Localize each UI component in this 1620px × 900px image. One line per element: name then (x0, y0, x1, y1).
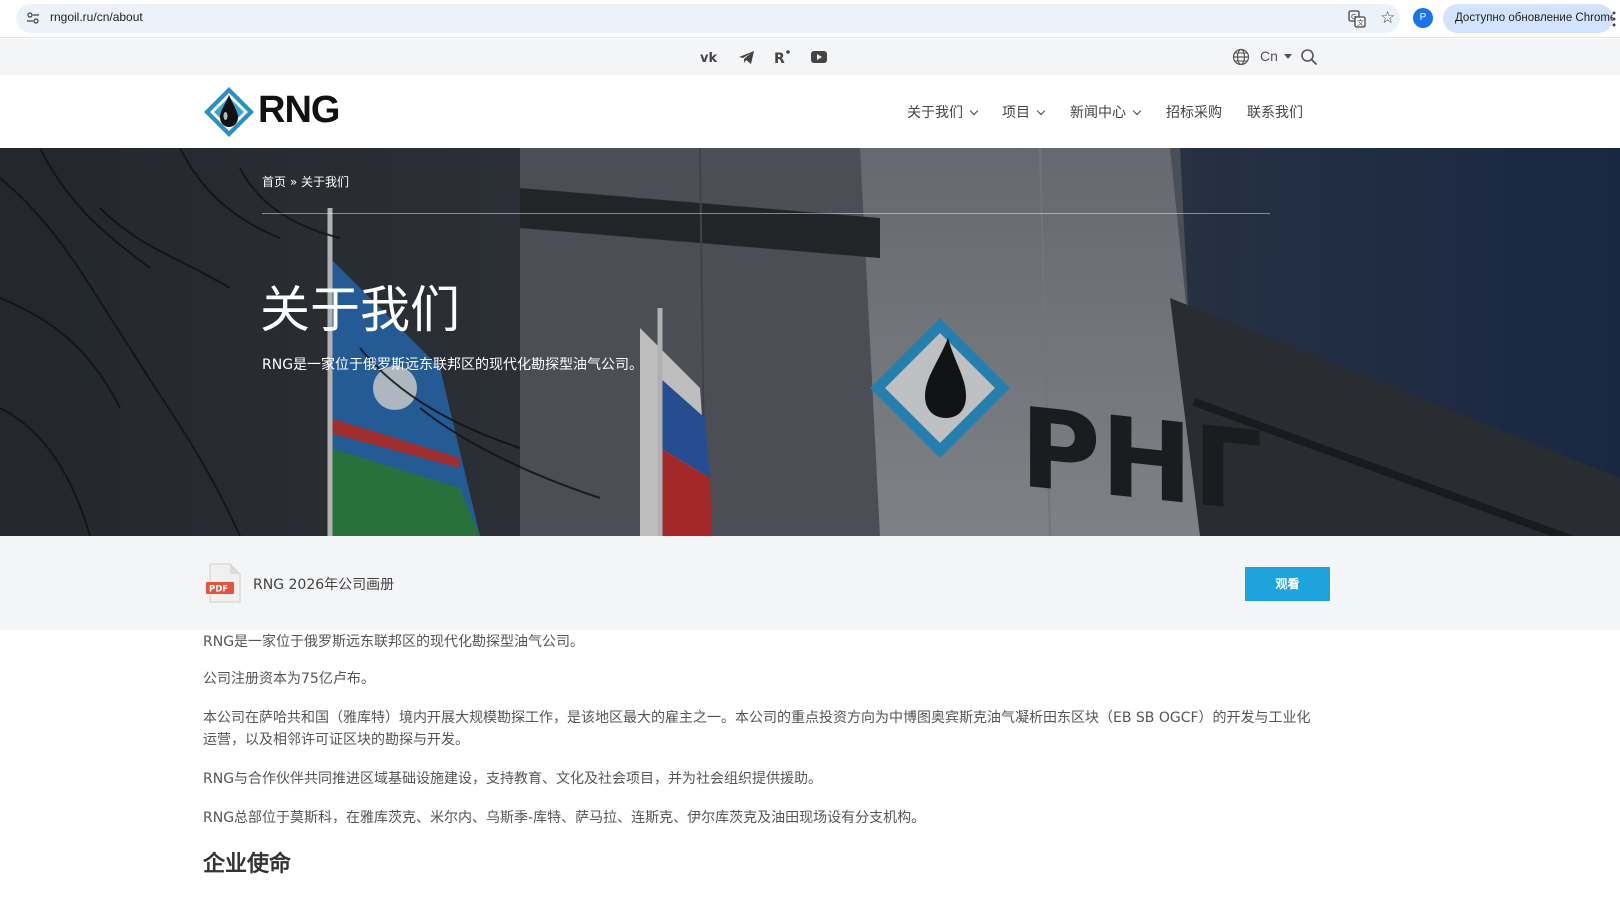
nav-label: 新闻中心 (1070, 105, 1126, 121)
content-paragraph: RNG与合作伙伴共同推进区域基础设施建设，支持教育、文化及社会项目，并为社会组织… (203, 771, 823, 787)
nav-label: 关于我们 (907, 105, 963, 121)
nav-label: 联系我们 (1247, 105, 1303, 121)
svg-text:vk: vk (700, 51, 717, 66)
search-icon[interactable] (1300, 48, 1318, 66)
vk-icon[interactable]: vk (700, 48, 720, 66)
site-header: RNG 关于我们 项目 新闻中心 招标采购 联系我们 (0, 75, 1620, 148)
content-paragraph: RNG是一家位于俄罗斯远东联邦区的现代化勘探型油气公司。 (203, 634, 585, 650)
nav-item-tenders[interactable]: 招标采购 (1166, 102, 1222, 122)
nav-item-about[interactable]: 关于我们 (907, 102, 979, 122)
svg-text:文: 文 (1357, 18, 1364, 27)
content-paragraph: 公司注册资本为75亿卢布。 (203, 671, 375, 687)
svg-text:PDF: PDF (209, 585, 228, 595)
chevron-down-icon (1132, 106, 1142, 116)
brochure-label: RNG 2026年公司画册 (253, 577, 395, 593)
bookmark-star-icon[interactable]: ☆ (1380, 9, 1395, 27)
logo-text: RNG (258, 89, 340, 131)
caret-down-icon[interactable] (1284, 54, 1292, 59)
section-title-mission: 企业使命 (203, 852, 292, 877)
translate-icon[interactable]: G 文 (1348, 10, 1366, 28)
breadcrumb[interactable]: 首页 » 关于我们 (262, 173, 349, 190)
language-selector[interactable]: Cn (1260, 48, 1278, 64)
oil-drop-logo-icon (204, 87, 254, 137)
nav-item-projects[interactable]: 项目 (1002, 102, 1046, 122)
hero-subtitle: RNG是一家位于俄罗斯远东联邦区的现代化勘探型油气公司。 (262, 357, 644, 373)
nav-item-news[interactable]: 新闻中心 (1070, 102, 1142, 122)
chevron-down-icon (969, 106, 979, 116)
top-utility-bar: vk R Cn (0, 39, 1620, 75)
pdf-file-icon: PDF (206, 563, 241, 603)
nav-item-contacts[interactable]: 联系我们 (1247, 102, 1303, 122)
hero-divider (262, 213, 1270, 214)
content-paragraph: 本公司在萨哈共和国（雅库特）境内开展大规模勘探工作，是该地区最大的雇主之一。本公… (203, 710, 1311, 748)
browser-toolbar: rngoil.ru/cn/about G 文 ☆ P Доступно обно… (0, 0, 1620, 38)
building-sign-text: РНГ (1020, 384, 1263, 536)
svg-text:G: G (1351, 13, 1356, 21)
rutube-icon[interactable]: R (772, 48, 792, 66)
nav-label: 项目 (1002, 105, 1030, 121)
page-title: 关于我们 (260, 281, 460, 339)
svg-text:R: R (774, 51, 785, 66)
globe-icon[interactable] (1232, 48, 1250, 66)
hero-background-photo: РНГ (0, 148, 1620, 536)
brochure-download-band: PDF RNG 2026年公司画册 观看 (0, 536, 1620, 630)
content-paragraph: RNG总部位于莫斯科，在雅库茨克、米尔内、乌斯季-库特、萨马拉、连斯克、伊尔库茨… (203, 810, 926, 826)
kebab-menu-icon[interactable] (1612, 11, 1616, 27)
telegram-icon[interactable] (737, 48, 757, 66)
hero-banner: РНГ 首页 » 关于我们 关于我们 RNG是一家位于俄罗斯远东联邦区的现代化勘… (0, 148, 1620, 536)
chrome-update-button[interactable]: Доступно обновление Chrome (1443, 4, 1613, 33)
address-bar[interactable]: rngoil.ru/cn/about G 文 ☆ (16, 4, 1400, 33)
view-brochure-button[interactable]: 观看 (1245, 567, 1330, 601)
nav-label: 招标采购 (1166, 105, 1222, 121)
chevron-down-icon (1036, 106, 1046, 116)
url-text[interactable]: rngoil.ru/cn/about (50, 10, 143, 24)
profile-avatar[interactable]: P (1413, 8, 1433, 28)
site-info-icon[interactable] (26, 11, 40, 25)
rng-logo[interactable]: RNG (202, 85, 342, 137)
youtube-icon[interactable] (809, 48, 829, 66)
